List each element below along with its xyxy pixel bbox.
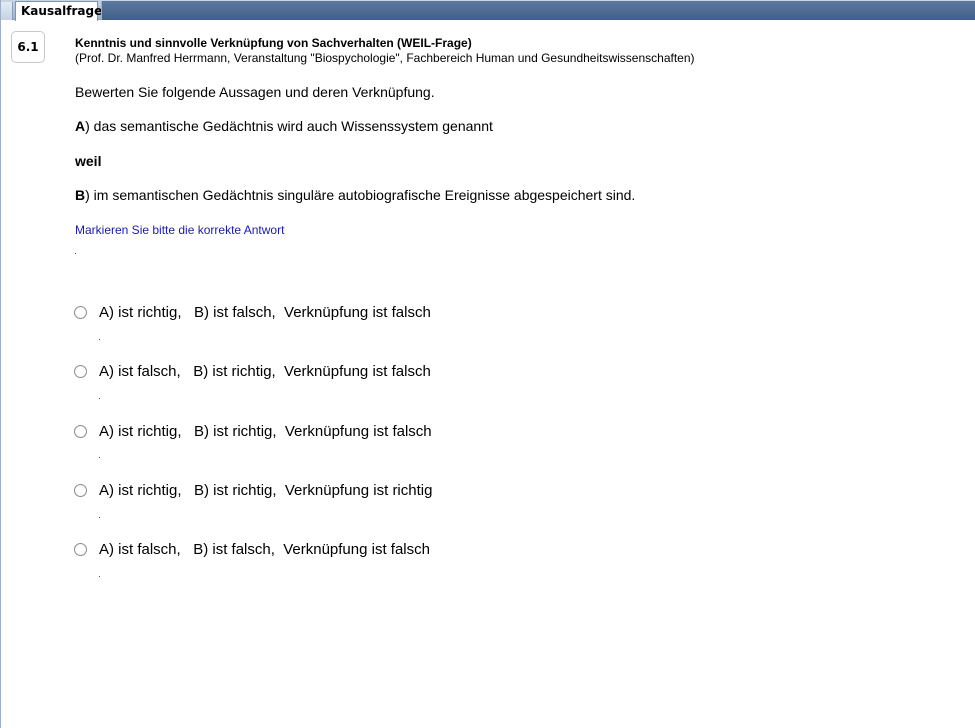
- question-page: Kausalfrage 6.1 Kenntnis und sinnvolle V…: [0, 0, 975, 728]
- tab-bar: Kausalfrage: [1, 0, 975, 21]
- answer-option-label: A) ist falsch, B) ist falsch, Verknüpfun…: [99, 540, 430, 558]
- answer-option-label: A) ist richtig, B) ist richtig, Verknüpf…: [99, 481, 433, 499]
- question-source: (Prof. Dr. Manfred Herrmann, Veranstaltu…: [75, 51, 695, 65]
- statement-b: B) im semantischen Gedächtnis singuläre …: [75, 187, 635, 203]
- radio-button[interactable]: [74, 364, 87, 378]
- separator-dot: [99, 339, 100, 340]
- separator-dot: [75, 253, 76, 254]
- answer-option-5[interactable]: A) ist falsch, B) ist falsch, Verknüpfun…: [74, 539, 430, 559]
- radio-button[interactable]: [74, 424, 87, 438]
- answer-option-1[interactable]: A) ist richtig, B) ist falsch, Verknüpfu…: [74, 302, 431, 322]
- separator-dot: [99, 576, 100, 577]
- answer-option-3[interactable]: A) ist richtig, B) ist richtig, Verknüpf…: [74, 421, 432, 441]
- separator-dot: [99, 517, 100, 518]
- answer-option-label: A) ist richtig, B) ist falsch, Verknüpfu…: [99, 303, 431, 321]
- answer-hint: Markieren Sie bitte die korrekte Antwort: [75, 223, 285, 237]
- answer-option-2[interactable]: A) ist falsch, B) ist richtig, Verknüpfu…: [74, 361, 431, 381]
- statement-a-text: ) das semantische Gedächtnis wird auch W…: [85, 118, 493, 134]
- separator-dot: [99, 398, 100, 399]
- separator-dot: [99, 457, 100, 458]
- question-instruction: Bewerten Sie folgende Aussagen und deren…: [75, 84, 435, 100]
- question-title: Kenntnis und sinnvolle Verknüpfung von S…: [75, 36, 472, 50]
- tab-kausalfrage[interactable]: Kausalfrage: [15, 1, 102, 21]
- answer-option-label: A) ist falsch, B) ist richtig, Verknüpfu…: [99, 362, 431, 380]
- answer-option-4[interactable]: A) ist richtig, B) ist richtig, Verknüpf…: [74, 480, 432, 500]
- tab-bar-stub: [1, 2, 13, 20]
- radio-button[interactable]: [74, 483, 87, 497]
- statement-a-prefix: A: [75, 118, 86, 134]
- radio-button[interactable]: [74, 305, 87, 319]
- statement-b-text: ) im semantischen Gedächtnis singuläre a…: [85, 187, 636, 203]
- radio-button[interactable]: [74, 542, 87, 556]
- connector-weil: weil: [75, 153, 102, 169]
- tab-bar-fill: [101, 1, 975, 20]
- answer-option-label: A) ist richtig, B) ist richtig, Verknüpf…: [99, 422, 432, 440]
- statement-a: A) das semantische Gedächtnis wird auch …: [75, 118, 493, 134]
- question-number-badge: 6.1: [11, 31, 45, 63]
- statement-b-prefix: B: [75, 187, 86, 203]
